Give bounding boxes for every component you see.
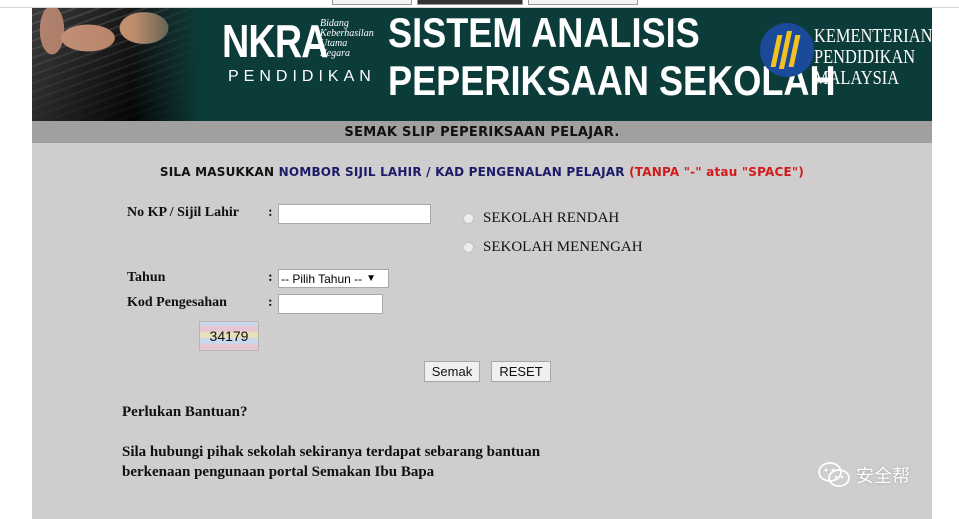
header-banner: NKRA Bidang Keberhasilan Utama Negara PE… — [32, 8, 932, 121]
page-container: NKRA Bidang Keberhasilan Utama Negara PE… — [32, 8, 932, 519]
browser-tab[interactable] — [417, 0, 523, 5]
browser-top-strip — [0, 0, 959, 7]
help-line2: berkenaan pengunaan portal Semakan Ibu B… — [122, 464, 435, 480]
help-heading: Perlukan Bantuan? — [122, 404, 248, 420]
chevron-down-icon: ▼ — [366, 273, 377, 284]
kp-input[interactable] — [278, 204, 431, 224]
watermark-text: 安全帮 — [856, 466, 910, 487]
help-line1: Sila hubungi pihak sekolah sekiranya ter… — [122, 444, 541, 460]
page-subtitle: SEMAK SLIP PEPERIKSAAN PELAJAR. — [344, 125, 620, 140]
kp-colon: : — [268, 205, 273, 220]
browser-tab[interactable] — [332, 0, 412, 5]
nkra-pendidikan: PENDIDIKAN — [228, 68, 376, 85]
kod-input[interactable] — [278, 294, 383, 314]
tahun-label: Tahun — [127, 270, 166, 285]
radio-button[interactable] — [463, 213, 474, 224]
kp-label: No KP / Sijil Lahir — [127, 205, 240, 220]
radio-sekolah-rendah[interactable]: SEKOLAH RENDAH — [463, 210, 619, 227]
tahun-colon: : — [268, 270, 273, 285]
system-title-line1: SISTEM ANALISIS — [388, 9, 700, 56]
browser-tab[interactable] — [528, 0, 638, 5]
radio-button[interactable] — [463, 242, 474, 253]
page-subtitle-bar: SEMAK SLIP PEPERIKSAAN PELAJAR. — [32, 121, 932, 143]
nkra-subtitle: Bidang Keberhasilan Utama Negara — [320, 18, 374, 59]
nkra-logo-text: NKRA — [222, 15, 329, 67]
wechat-icon — [818, 462, 850, 487]
tahun-select[interactable]: -- Pilih Tahun -- ▼ — [278, 269, 389, 288]
semak-button[interactable]: Semak — [424, 361, 480, 382]
kod-label: Kod Pengesahan — [127, 295, 227, 310]
radio-sekolah-menengah[interactable]: SEKOLAH MENENGAH — [463, 239, 643, 256]
kod-colon: : — [268, 295, 273, 310]
reset-button[interactable]: RESET — [491, 361, 551, 382]
ministry-name: KEMENTERIAN PENDIDIKAN MALAYSIA — [814, 25, 932, 89]
instruction-text: SILA MASUKKAN NOMBOR SIJIL LAHIR / KAD P… — [159, 165, 805, 179]
watermark: 安全帮 — [818, 462, 910, 488]
ministry-logo-icon — [760, 23, 814, 77]
captcha-image: 34179 — [199, 321, 259, 351]
